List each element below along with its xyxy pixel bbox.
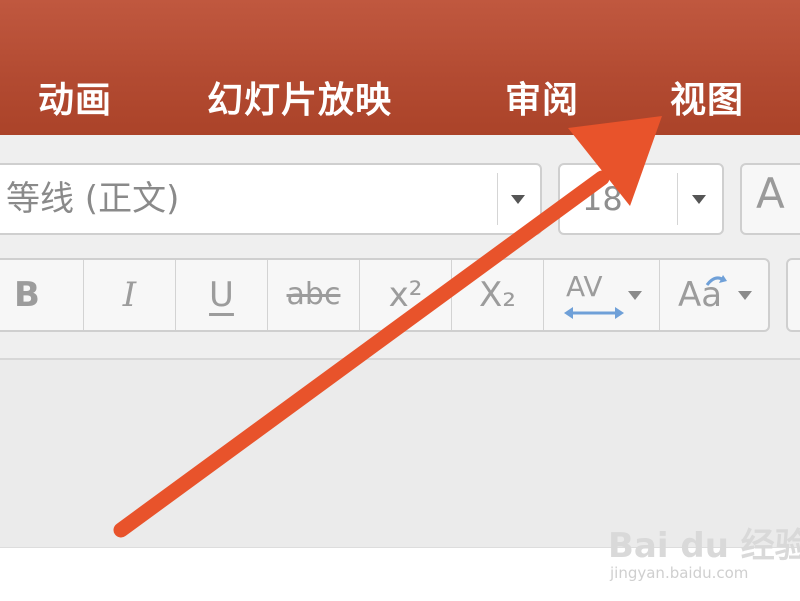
change-case-icon: Aa: [678, 275, 723, 315]
change-case-button[interactable]: Aa: [660, 260, 770, 330]
bold-icon: B: [14, 275, 40, 315]
more-font-options-button[interactable]: [786, 258, 800, 332]
chevron-down-icon: [628, 291, 642, 300]
chevron-down-icon: [511, 195, 525, 204]
tab-view[interactable]: 视图: [670, 76, 744, 126]
superscript-button[interactable]: x²: [360, 260, 452, 330]
case-cycle-icon: [705, 275, 727, 286]
subscript-icon: X₂: [479, 275, 516, 315]
ribbon-tab-bar: 动画 幻灯片放映 审阅 视图: [0, 0, 800, 135]
chevron-down-icon: [738, 291, 752, 300]
tab-animations[interactable]: 动画: [38, 76, 112, 126]
spacing-arrow-icon: [564, 307, 624, 319]
font-name-dropdown-button[interactable]: [497, 173, 540, 225]
italic-icon: I: [122, 275, 137, 315]
bold-button[interactable]: B: [0, 260, 84, 330]
increase-font-size-button[interactable]: A: [740, 163, 800, 235]
font-size-dropdown-button[interactable]: [677, 173, 722, 225]
font-size-value: 18: [582, 180, 623, 218]
ribbon-lower-area: [0, 360, 800, 547]
underline-icon: U: [209, 275, 234, 315]
chevron-down-icon: [692, 195, 706, 204]
slide-canvas[interactable]: [0, 547, 800, 601]
character-spacing-button[interactable]: AV: [544, 260, 660, 330]
font-size-combobox[interactable]: 18: [558, 163, 724, 235]
font-name-value: 等线 (正文): [6, 179, 180, 219]
strikethrough-button[interactable]: abc: [268, 260, 360, 330]
tab-review[interactable]: 审阅: [505, 76, 579, 126]
font-format-group: B I U abc x² X₂ AV Aa: [0, 258, 770, 332]
font-name-combobox[interactable]: 等线 (正文): [0, 163, 542, 235]
increase-font-icon: A: [756, 169, 785, 218]
underline-button[interactable]: U: [176, 260, 268, 330]
subscript-button[interactable]: X₂: [452, 260, 544, 330]
tab-slide-show[interactable]: 幻灯片放映: [207, 76, 392, 126]
strikethrough-icon: abc: [286, 277, 341, 312]
italic-button[interactable]: I: [84, 260, 176, 330]
superscript-icon: x²: [388, 275, 423, 315]
